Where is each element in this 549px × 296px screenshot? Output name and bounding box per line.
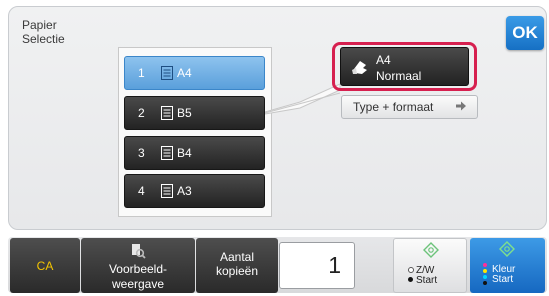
start-diamond-icon bbox=[423, 242, 439, 258]
tray-4-button[interactable]: 4 A3 bbox=[124, 174, 265, 208]
tray-number: 4 bbox=[138, 184, 145, 198]
selected-paper-size: A4 bbox=[376, 53, 391, 67]
bw-start-button[interactable]: Z/W Start bbox=[393, 238, 467, 293]
tray-size: A3 bbox=[177, 184, 192, 198]
tray-3-button[interactable]: 3 B4 bbox=[124, 136, 265, 170]
magenta-dot bbox=[483, 263, 487, 267]
copies-label-line-2: kopieën bbox=[215, 264, 259, 278]
preview-label-line-1: Voorbeeld- bbox=[108, 262, 168, 276]
preview-button[interactable]: Voorbeeld- weergave bbox=[81, 238, 195, 293]
tray-size: B4 bbox=[177, 146, 192, 160]
selected-paper-button[interactable]: A4 Normaal bbox=[340, 47, 469, 86]
cyan-dot bbox=[483, 275, 487, 279]
tray-number: 2 bbox=[138, 106, 145, 120]
tray-number: 3 bbox=[138, 146, 145, 160]
copy-screen: { "header": { "title_line1": "Papier", "… bbox=[0, 0, 549, 296]
copies-label-line-1: Aantal bbox=[219, 250, 255, 264]
paper-tray-icon bbox=[161, 106, 173, 120]
tray-size: A4 bbox=[177, 66, 192, 80]
paper-tray-icon bbox=[161, 184, 173, 198]
black-dot bbox=[483, 281, 487, 285]
black-dot bbox=[408, 277, 413, 282]
tray-size: B5 bbox=[177, 106, 192, 120]
color-start-button[interactable]: Kleur Start bbox=[470, 238, 545, 293]
tray-1-button[interactable]: 1 A4 bbox=[124, 56, 265, 90]
type-format-label: Type + formaat bbox=[353, 100, 434, 114]
copies-label: Aantal kopieën bbox=[207, 250, 267, 278]
paper-tray-icon bbox=[161, 66, 173, 80]
arrow-right-icon bbox=[456, 101, 466, 111]
preview-label-line-2: weergave bbox=[111, 277, 165, 291]
selected-paper-type: Normaal bbox=[376, 69, 422, 83]
bw-start-label: Start bbox=[416, 275, 438, 286]
yellow-dot bbox=[483, 269, 487, 273]
paper-tray-icon bbox=[161, 146, 173, 160]
white-dot bbox=[408, 267, 414, 273]
tray-number: 1 bbox=[138, 66, 145, 80]
color-start-label: Start bbox=[492, 274, 514, 285]
hand-paper-icon bbox=[352, 61, 367, 74]
copies-input[interactable]: 1 bbox=[279, 242, 355, 289]
preview-magnifier-icon bbox=[132, 244, 146, 259]
start-diamond-icon bbox=[499, 241, 515, 257]
tray-2-button[interactable]: 2 B5 bbox=[124, 96, 265, 130]
ca-button[interactable]: CA bbox=[10, 238, 80, 293]
type-format-button[interactable]: Type + formaat bbox=[341, 95, 478, 119]
